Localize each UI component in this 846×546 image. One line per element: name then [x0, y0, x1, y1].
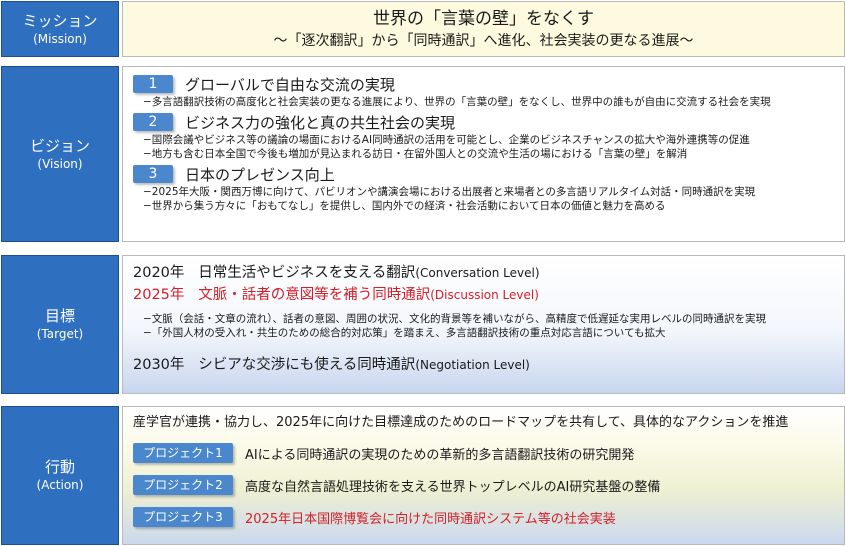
target-label-en: (Target) — [36, 327, 84, 341]
project-badge: プロジェクト2 — [133, 475, 233, 495]
vision-item-line: −多言語翻訳技術の高度化と社会実装の更なる進展により、世界の「言葉の壁」をなくし… — [143, 96, 771, 108]
target-level-name: (Negotiation Level) — [415, 358, 530, 372]
target-text: 文脈・話者の意図等を補う同時通訳 — [198, 287, 431, 303]
vision-item-line: −2025年大阪・関西万博に向けて、パビリオンや講演会場における出展者と来場者と… — [143, 186, 756, 198]
vision-label-en: (Vision) — [37, 156, 83, 171]
target-detail-line: −「外国人材の受入れ・共生のための総合的対応策」を踏まえ、多言語翻訳技術の重点対… — [143, 327, 666, 339]
vision-item-title: 日本のプレゼンス向上 — [185, 165, 335, 184]
vision-item-line: −国際会議やビジネス等の議論の場面におけるAI同時通訳の活用を可能とし、企業のビ… — [143, 134, 750, 146]
vision-item-line: −地方も含む日本全国で今後も増加が見込まれる訪日・在留外国人との交流や生活の場に… — [143, 148, 688, 160]
vision-label: ビジョン (Vision) — [1, 66, 119, 242]
vision-item: 3 日本のプレゼンス向上 −2025年大阪・関西万博に向けて、パビリオンや講演会… — [133, 163, 844, 213]
project-badge: プロジェクト1 — [133, 443, 233, 463]
action-row: 行動 (Action) 産学官が連携・協力し、2025年に向けた目標達成のための… — [1, 406, 845, 545]
target-level-name: (Discussion Level) — [430, 288, 539, 302]
target-year: 2020年 — [133, 265, 185, 281]
project-item: プロジェクト3 2025年日本国際博覧会に向けた同時通訳システム等の社会実装 — [133, 506, 844, 528]
mission-title: 世界の「言葉の壁」をなくす — [373, 9, 594, 29]
mission-subtitle: 〜「逐次翻訳」から「同時通訳」へ進化、社会実装の更なる進展〜 — [273, 33, 694, 49]
action-label: 行動 (Action) — [1, 406, 119, 545]
mission-row: ミッション (Mission) 世界の「言葉の壁」をなくす 〜「逐次翻訳」から「… — [1, 1, 845, 57]
project-item: プロジェクト2 高度な自然言語処理技術を支える世界トップレベルのAI研究基盤の整… — [133, 474, 844, 496]
action-label-en: (Action) — [36, 478, 84, 492]
project-text: AIによる同時通訳の実現のための革新的多言語翻訳技術の研究開発 — [245, 447, 635, 463]
target-details: −文脈（会話・文章の流れ）、話者の意図、周囲の状況、文化的背景等を補いながら、高… — [133, 312, 844, 340]
target-level-name: (Conversation Level) — [415, 266, 540, 280]
target-text: シビアな交渉にも使える同時通訳 — [198, 357, 416, 373]
vision-item: 2 ビジネス力の強化と真の共生社会の実現 −国際会議やビジネス等の議論の場面にお… — [133, 111, 844, 161]
vision-item-title: ビジネス力の強化と真の共生社会の実現 — [185, 113, 456, 132]
vision-label-jp: ビジョン — [29, 136, 90, 155]
vision-body: 1 グローバルで自由な交流の実現 −多言語翻訳技術の高度化と社会実装の更なる進展… — [122, 66, 845, 242]
target-row: 目標 (Target) 2020年 日常生活やビジネスを支える翻訳(Conver… — [1, 255, 845, 394]
vision-row: ビジョン (Vision) 1 グローバルで自由な交流の実現 −多言語翻訳技術の… — [1, 66, 845, 242]
vision-number-badge: 2 — [133, 113, 173, 131]
target-year: 2030年 — [133, 357, 185, 373]
target-detail-line: −文脈（会話・文章の流れ）、話者の意図、周囲の状況、文化的背景等を補いながら、高… — [143, 313, 767, 325]
action-body: 産学官が連携・協力し、2025年に向けた目標達成のためのロードマップを共有して、… — [122, 406, 845, 545]
vision-number-badge: 1 — [133, 75, 173, 93]
target-year: 2025年 — [133, 287, 185, 303]
vision-item-line: −世界から集う方々に「おもてなし」を提供し、国内外での経済・社会活動において日本… — [143, 200, 666, 212]
target-label-jp: 目標 — [44, 307, 75, 325]
target-body: 2020年 日常生活やビジネスを支える翻訳(Conversation Level… — [122, 255, 845, 394]
project-item: プロジェクト1 AIによる同時通訳の実現のための革新的多言語翻訳技術の研究開発 — [133, 442, 844, 464]
vision-item-title: グローバルで自由な交流の実現 — [185, 75, 395, 94]
vision-number-badge: 3 — [133, 165, 173, 183]
action-label-jp: 行動 — [44, 458, 75, 476]
target-level-2020: 2020年 日常生活やビジネスを支える翻訳(Conversation Level… — [133, 262, 844, 284]
mission-body: 世界の「言葉の壁」をなくす 〜「逐次翻訳」から「同時通訳」へ進化、社会実装の更な… — [122, 1, 845, 57]
project-text: 2025年日本国際博覧会に向けた同時通訳システム等の社会実装 — [245, 511, 616, 527]
vision-item: 1 グローバルで自由な交流の実現 −多言語翻訳技術の高度化と社会実装の更なる進展… — [133, 73, 844, 109]
action-intro: 産学官が連携・協力し、2025年に向けた目標達成のためのロードマップを共有して、… — [133, 415, 789, 430]
target-text: 日常生活やビジネスを支える翻訳 — [198, 265, 416, 281]
project-badge: プロジェクト3 — [133, 507, 233, 527]
mission-label-en: (Mission) — [33, 31, 87, 46]
mission-label-jp: ミッション — [22, 11, 98, 30]
target-label: 目標 (Target) — [1, 255, 119, 394]
mission-label: ミッション (Mission) — [1, 1, 119, 57]
target-level-2030: 2030年 シビアな交渉にも使える同時通訳(Negotiation Level) — [133, 354, 844, 376]
target-level-2025: 2025年 文脈・話者の意図等を補う同時通訳(Discussion Level) — [133, 284, 844, 306]
project-text: 高度な自然言語処理技術を支える世界トップレベルのAI研究基盤の整備 — [245, 479, 661, 495]
